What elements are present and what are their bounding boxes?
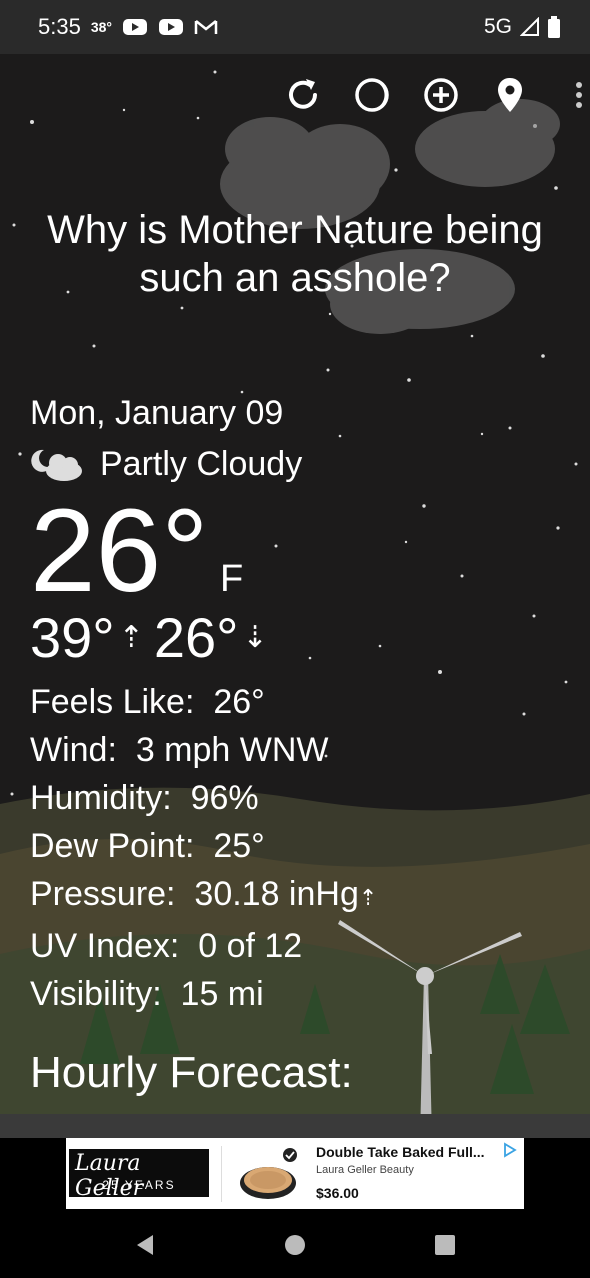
compact-powder-image [240, 1148, 297, 1199]
high-temperature: 39° [30, 606, 115, 669]
detail-humidity: Humidity: 96% [30, 779, 259, 817]
detail-uv-index: UV Index: 0 of 12 [30, 927, 303, 965]
detail-pressure: Pressure: 30.18 inHg⇡ [30, 875, 378, 913]
ad-divider [221, 1146, 222, 1202]
current-temperature: 26° [30, 485, 209, 617]
moon-phase-icon [354, 78, 389, 112]
add-location-icon [423, 78, 458, 112]
location-button[interactable] [475, 72, 544, 118]
arrow-down-icon: ⇣ [242, 621, 268, 654]
status-bar: 5:35 38° 5G [0, 0, 590, 54]
navigation-bar [0, 1212, 590, 1278]
network-type: 5G [483, 15, 512, 38]
ad-title[interactable]: Double Take Baked Full... [316, 1144, 485, 1160]
condition-row: Partly Cloudy [30, 444, 302, 484]
refresh-button[interactable] [268, 72, 337, 118]
ad-logo-text: Laura Geller [75, 1151, 144, 1201]
detail-wind: Wind: 3 mph WNW [30, 731, 329, 769]
temperature-unit: F [220, 558, 244, 600]
ad-brand-logo: Laura Geller 25 YEARS [69, 1149, 209, 1201]
more-options-button[interactable] [544, 72, 590, 118]
ad-logo-subtext: 25 YEARS [102, 1178, 176, 1192]
partly-cloudy-night-icon [31, 449, 82, 481]
hourly-forecast-heading: Hourly Forecast: [30, 1048, 353, 1097]
gmail-icon [194, 20, 218, 34]
youtube-icon [159, 19, 183, 35]
condition-text: Partly Cloudy [100, 444, 303, 483]
snarky-quote: Why is Mother Nature being such an assho… [47, 208, 543, 300]
moon-phase-button[interactable] [337, 72, 406, 118]
youtube-icon [123, 19, 147, 35]
forecast-date: Mon, January 09 [30, 394, 284, 432]
signal-icon [520, 17, 539, 36]
detail-feels-like: Feels Like: 26° [30, 683, 265, 721]
detail-visibility: Visibility: 15 mi [30, 975, 264, 1013]
forecast-strip [0, 1114, 590, 1138]
ad-choices-icon[interactable] [502, 1142, 518, 1158]
ad-brand: Laura Geller Beauty [316, 1164, 414, 1176]
status-time: 5:35 [38, 14, 81, 39]
arrow-up-icon: ⇡ [118, 621, 144, 654]
location-pin-icon [497, 78, 522, 112]
home-icon[interactable] [283, 1233, 307, 1257]
detail-dew-point: Dew Point: 25° [30, 827, 265, 865]
recents-icon[interactable] [433, 1233, 457, 1257]
add-location-button[interactable] [406, 72, 475, 118]
ad-price: $36.00 [316, 1185, 359, 1201]
pressure-rising-icon: ⇡ [358, 885, 378, 910]
low-temperature: 26° [153, 606, 239, 669]
weather-details: Feels Like: 26° Wind: 3 mph WNW Humidity… [30, 678, 377, 1018]
more-options-icon [575, 82, 582, 108]
battery-icon [548, 16, 560, 38]
toolbar [268, 72, 590, 118]
ad-banner[interactable]: Laura Geller 25 YEARS Double Take Baked … [66, 1138, 524, 1209]
status-temperature: 38° [90, 19, 112, 35]
refresh-icon [288, 79, 317, 109]
back-icon[interactable] [133, 1233, 157, 1257]
high-low-row: 39° ⇡ 26° ⇣ [30, 606, 278, 670]
